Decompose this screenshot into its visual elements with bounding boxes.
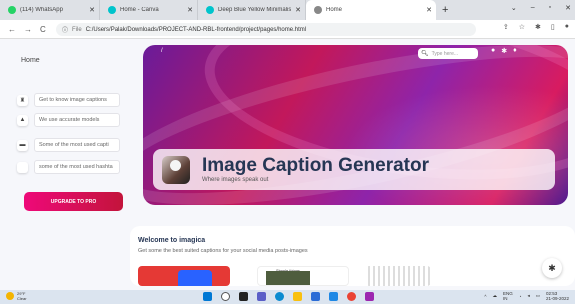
page-title: Image Caption Generator [202,155,429,176]
info-icon: ⓘ [62,28,69,34]
sidebar-item-models[interactable]: ▲ We use accurate models [0,112,120,128]
taskbar-apps [203,292,374,301]
sidepanel-icon[interactable]: ▯ [551,23,555,31]
feature-card[interactable] [138,266,230,286]
feature-card[interactable] [365,266,431,286]
tab-canva-design[interactable]: Deep Blue Yellow Minimalist Wh ✕ [198,0,306,20]
store-icon[interactable] [311,292,320,301]
page-icon [314,6,322,14]
url-scheme-label: File [72,26,82,33]
maximize-icon[interactable]: ▫ [549,4,551,12]
sidebar-item-label: some of the most used hashta [34,160,120,174]
search-input[interactable]: 🔍︎ Type here... [418,48,478,59]
sidebar-title: Home [21,57,40,64]
url-text: C:/Users/Palak/Downloads/PROJECT-AND-RBL… [85,26,307,33]
windows-start-icon[interactable] [203,292,212,301]
tab-title: Home [326,7,343,13]
sidebar-item-captions[interactable]: ▬ Some of the most used capti [0,137,120,153]
tab-title: Deep Blue Yellow Minimalist Wh [218,7,292,13]
settings-fab-gear-icon[interactable]: ✱ [542,258,562,278]
close-window-icon[interactable]: ✕ [565,4,571,12]
canva-icon [206,6,214,14]
share-icon[interactable]: ⇪ [503,23,509,31]
url-field[interactable]: ⓘ File C:/Users/Palak/Downloads/PROJECT-… [56,23,476,36]
clock-date: 21-09-2022 [545,296,569,301]
sidebar-item-label: We use accurate models [34,113,120,127]
star-icon[interactable]: ☆ [519,23,525,31]
window-controls: ⌄ – ▫ ✕ [511,4,571,12]
wifi-icon[interactable]: ◔ [519,294,522,299]
chevron-down-icon[interactable]: ⌄ [511,4,517,12]
close-icon[interactable]: ✕ [89,6,95,14]
sun-icon [6,292,14,300]
cloud-icon[interactable]: ☁ [492,293,497,299]
sidebar-item-label: Get to know image captions [34,93,120,107]
tab-title: (114) WhatsApp [20,7,63,13]
back-icon[interactable]: ← [8,25,16,34]
breadcrumb-slash: / [161,48,163,54]
windows-taskbar: 29°F Clear ^ ☁ ENG IN ◔ ◂ ▭ 02:53 21-09-20… [0,290,575,304]
browser-toolbar-icons: ⇪ ☆ ✱ ▯ ● [503,23,569,31]
profile-icon[interactable]: ● [565,23,569,31]
welcome-title: Welcome to imagica [138,237,206,244]
app-icon[interactable] [365,292,374,301]
upgrade-to-pro-button[interactable]: UPGRADE TO PRO [24,192,123,211]
address-bar: ← → C ⓘ File C:/Users/Palak/Downloads/PR… [0,20,575,39]
whatsapp-icon [8,6,16,14]
user-icon[interactable]: ● [491,47,495,55]
tab-home[interactable]: Home ✕ [306,0,436,20]
bell-icon[interactable]: ♦ [513,47,517,55]
home-icon: ♜ [17,94,28,106]
close-icon[interactable]: ✕ [295,6,301,14]
task-view-icon[interactable] [239,292,248,301]
tab-title: Home - Canva [120,7,159,13]
close-icon[interactable]: ✕ [426,6,432,14]
title-card: Image Caption Generator Where images spe… [153,149,555,190]
clock[interactable]: 02:53 21-09-2022 [546,291,569,301]
new-tab-button[interactable]: + [442,4,448,16]
header-icons: ● ✱ ♦ [491,47,517,55]
extensions-icon[interactable]: ✱ [535,23,541,31]
volume-icon[interactable]: ◂ [527,293,529,299]
avatar [162,155,190,184]
edge-icon[interactable] [275,292,284,301]
card-icon: ▬ [17,139,28,151]
lock-icon: ▲ [17,114,28,126]
minimize-icon[interactable]: – [531,4,535,12]
close-icon[interactable]: ✕ [187,6,193,14]
page-subtitle: Where images speak out [202,177,269,183]
region-code: IN [502,296,508,301]
gear-icon[interactable]: ✱ [501,47,507,55]
tab-whatsapp[interactable]: (114) WhatsApp ✕ [0,0,100,20]
sidebar-item-label: Some of the most used capti [34,138,120,152]
sidebar-item-image-captions[interactable]: ♜ Get to know image captions [0,92,120,108]
welcome-subtitle: Get some the best suited captions for yo… [138,248,308,254]
system-tray: ^ ☁ ENG IN ◔ ◂ ▭ 02:53 21-09-2022 [484,291,569,301]
chevron-up-icon[interactable]: ^ [484,294,486,299]
feature-card[interactable]: Simple things [257,266,349,286]
battery-icon[interactable]: ▭ [536,293,540,299]
weather-widget[interactable]: 29°F Clear [6,291,27,301]
welcome-panel: Welcome to imagica Get some the best sui… [130,226,575,286]
reload-icon[interactable]: C [40,25,46,34]
card-image [178,270,212,286]
sidebar-item-hashtags[interactable]: some of the most used hashta [0,159,120,175]
chrome-icon[interactable] [347,292,356,301]
search-icon: 🔍︎ [421,51,429,57]
search-icon[interactable] [221,292,230,301]
canva-icon [108,6,116,14]
browser-tab-bar: (114) WhatsApp ✕ Home - Canva ✕ Deep Blu… [0,0,575,20]
language-indicator[interactable]: ENG IN [503,291,513,301]
hashtag-icon [17,161,28,173]
teams-icon[interactable] [257,292,266,301]
mail-icon[interactable] [329,292,338,301]
search-placeholder: Type here... [431,50,459,57]
weather-text: Clear [17,296,27,301]
forward-icon[interactable]: → [24,25,32,34]
card-image [266,271,310,285]
tab-canva-home[interactable]: Home - Canva ✕ [100,0,198,20]
file-explorer-icon[interactable] [293,292,302,301]
